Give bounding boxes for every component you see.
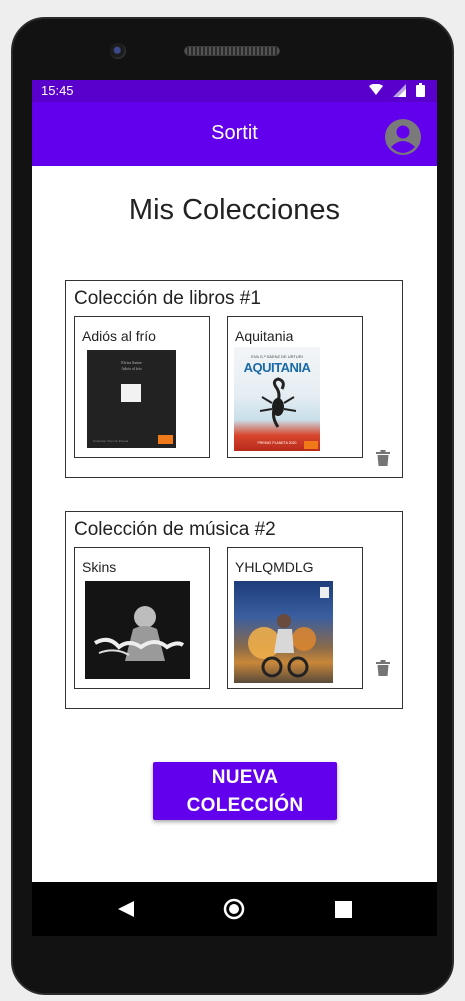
collection-title: Colección de libros #1 bbox=[74, 288, 261, 309]
item-title: YHLQMDLG bbox=[235, 559, 314, 575]
item-title: Aquitania bbox=[235, 328, 294, 344]
camera bbox=[110, 43, 126, 59]
album-cover-image bbox=[85, 581, 190, 679]
speaker-grille bbox=[184, 46, 280, 56]
item-title: Skins bbox=[82, 559, 117, 575]
collection-item[interactable]: Aquitania EVA G.ª SÁENZ DE URTURI AQUITA… bbox=[227, 316, 363, 458]
collection-item[interactable]: Skins bbox=[74, 547, 210, 689]
nav-back-button[interactable] bbox=[112, 882, 140, 936]
status-time: 15:45 bbox=[41, 83, 74, 98]
status-bar: 15:45 bbox=[32, 80, 437, 102]
app-title: Sortit bbox=[211, 122, 258, 144]
book-cover-image: EVA G.ª SÁENZ DE URTURI AQUITANIA PREMIO… bbox=[234, 347, 320, 451]
nav-recents-button[interactable] bbox=[330, 882, 356, 936]
scorpion-illustration bbox=[259, 377, 297, 428]
book-cover-image: Elvira Sastre Adiós al frío Colección Vi… bbox=[87, 350, 176, 448]
wifi-icon bbox=[369, 84, 383, 96]
item-title: Adiós al frío bbox=[82, 328, 156, 344]
cell-signal-icon bbox=[393, 83, 406, 97]
recents-square-icon bbox=[334, 900, 352, 918]
screen: 15:45 Sortit Mis Colecciones Colección d… bbox=[32, 80, 437, 936]
account-icon[interactable] bbox=[384, 118, 422, 156]
system-nav-bar bbox=[32, 882, 437, 936]
collection-card[interactable]: Colección de libros #1 Adiós al frío Elv… bbox=[65, 280, 403, 478]
home-circle-icon bbox=[223, 898, 245, 920]
back-triangle-icon bbox=[118, 901, 134, 917]
delete-collection-button[interactable] bbox=[376, 660, 390, 676]
collection-card[interactable]: Colección de música #2 Skins YHLQMDLG bbox=[65, 511, 403, 709]
phone-frame: 15:45 Sortit Mis Colecciones Colección d… bbox=[11, 17, 454, 995]
page-title: Mis Colecciones bbox=[128, 194, 341, 226]
collection-item[interactable]: Adiós al frío Elvira Sastre Adiós al frí… bbox=[74, 316, 210, 458]
new-collection-button[interactable]: NUEVA COLECCIÓN bbox=[153, 762, 337, 820]
trash-icon bbox=[376, 660, 390, 676]
app-bar: Sortit bbox=[32, 102, 437, 166]
trash-icon bbox=[376, 450, 390, 466]
album-cover-image bbox=[234, 581, 333, 683]
battery-icon bbox=[416, 83, 425, 97]
delete-collection-button[interactable] bbox=[376, 450, 390, 466]
collection-title: Colección de música #2 bbox=[74, 519, 276, 540]
nav-home-button[interactable] bbox=[221, 882, 247, 936]
collection-item[interactable]: YHLQMDLG bbox=[227, 547, 363, 689]
